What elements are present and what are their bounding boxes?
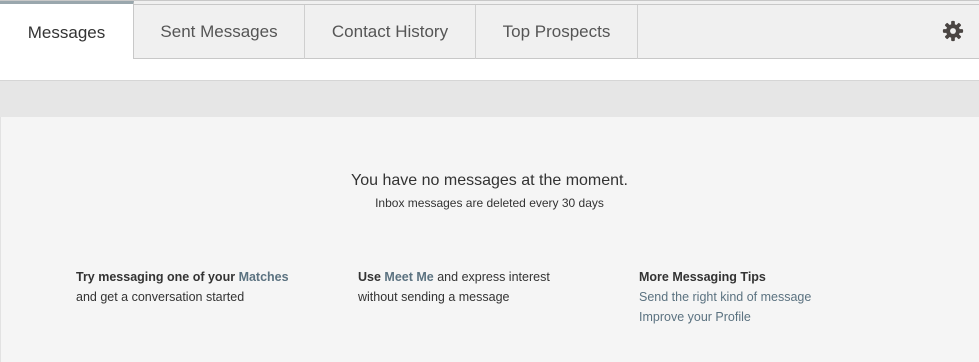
- tip-matches-line2: and get a conversation started: [76, 290, 245, 304]
- tab-top-prospects[interactable]: Top Prospects: [476, 5, 638, 59]
- tip-meet-me-line2: without sending a message: [358, 290, 510, 304]
- tab-messages[interactable]: Messages: [0, 1, 134, 61]
- more-tips-heading: More Messaging Tips: [639, 270, 766, 284]
- meet-me-link[interactable]: Meet Me: [384, 270, 433, 284]
- tip-meet-me-suffix: and express interest: [437, 270, 550, 284]
- tab-bar: Messages Sent Messages Contact History T…: [0, 0, 979, 61]
- tip-meet-me: Use Meet Me and express interest without…: [358, 267, 550, 307]
- tip-meet-me-prefix: Use: [358, 270, 381, 284]
- tab-content-top: [0, 59, 979, 80]
- messages-panel: [0, 117, 979, 362]
- tab-sent-messages[interactable]: Sent Messages: [134, 5, 305, 59]
- empty-state-subtitle: Inbox messages are deleted every 30 days: [375, 196, 604, 210]
- gear-icon[interactable]: [942, 20, 964, 42]
- tip-matches-prefix: Try messaging one of your: [76, 270, 236, 284]
- improve-profile-link[interactable]: Improve your Profile: [639, 307, 811, 327]
- right-kind-message-link[interactable]: Send the right kind of message: [639, 287, 811, 307]
- matches-link[interactable]: Matches: [239, 270, 289, 284]
- empty-state-title: You have no messages at the moment.: [351, 172, 628, 189]
- tip-more: More Messaging Tips Send the right kind …: [639, 267, 811, 327]
- toolbar-bar: [0, 80, 979, 117]
- tab-contact-history[interactable]: Contact History: [305, 5, 476, 59]
- tip-matches: Try messaging one of your Matches and ge…: [76, 267, 289, 307]
